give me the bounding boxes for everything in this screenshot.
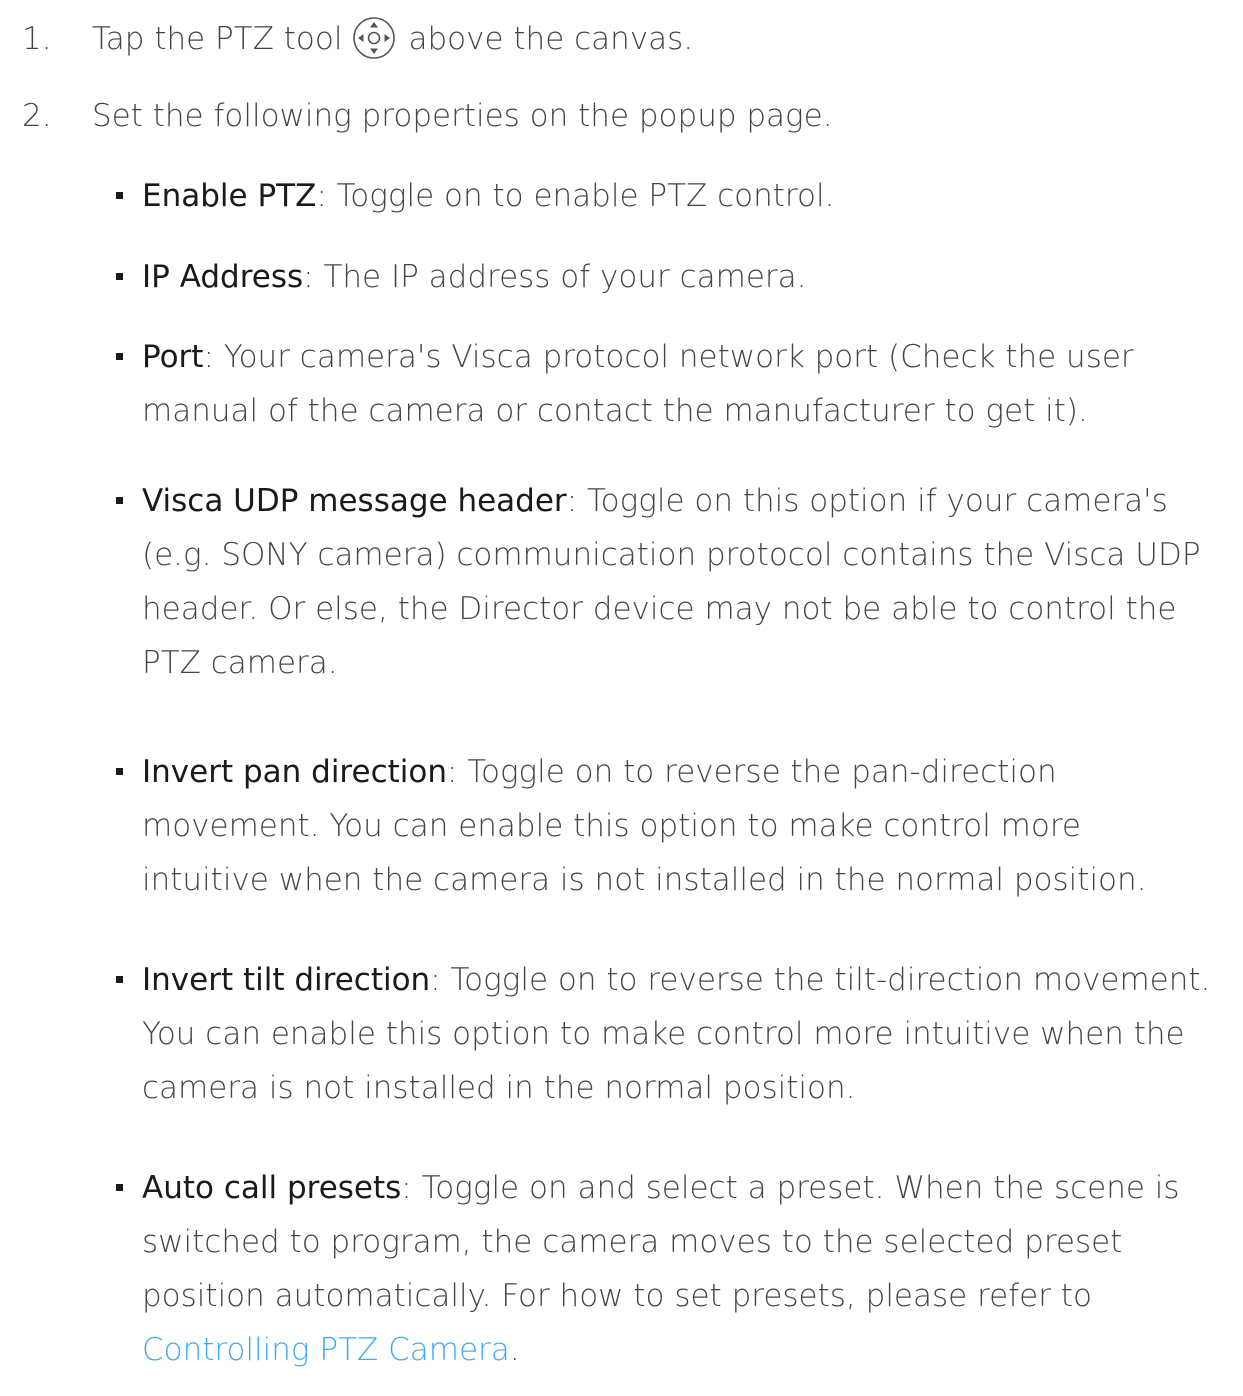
bullet-marker [116, 192, 123, 199]
property-text: Auto call presets: Toggle on and select … [142, 1161, 1222, 1377]
bullet-marker [116, 497, 123, 504]
property-separator: : [203, 339, 214, 375]
property-term: Visca UDP message header [142, 483, 567, 519]
property-separator: : [303, 259, 314, 295]
property-text: Invert pan direction: Toggle on to rever… [142, 745, 1217, 907]
property-description: The IP address of your camera. [313, 259, 807, 295]
property-text: Visca UDP message header: Toggle on this… [142, 474, 1217, 690]
property-separator: : [447, 754, 458, 790]
property-description: Your camera's Visca protocol network por… [142, 339, 1134, 429]
step-number: 1. [22, 21, 52, 57]
bullet-marker [116, 353, 123, 360]
controlling-ptz-camera-link[interactable]: Controlling PTZ Camera [142, 1332, 510, 1368]
ptz-control-icon [352, 16, 396, 60]
bullet-marker [116, 273, 123, 280]
property-term: Invert pan direction [142, 754, 447, 790]
property-separator: : [401, 1170, 412, 1206]
property-trailing: . [509, 1332, 520, 1368]
property-separator: : [566, 483, 578, 519]
property-description: Toggle on to enable PTZ control. [326, 178, 835, 214]
step-text-before-icon: Tap the PTZ tool [92, 21, 343, 57]
property-term: IP Address [142, 259, 304, 295]
bullet-marker [116, 1184, 123, 1191]
property-term: Enable PTZ [142, 178, 317, 214]
property-text: IP Address: The IP address of your camer… [142, 250, 1222, 304]
document-page: 1. Tap the PTZ tool above the canvas. 2.… [0, 0, 1243, 1396]
property-text: Enable PTZ: Toggle on to enable PTZ cont… [142, 169, 1222, 223]
step-2: 2. Set the following properties on the p… [0, 89, 1243, 143]
step-1: 1. Tap the PTZ tool above the canvas. [0, 12, 1243, 66]
bullet-marker [116, 768, 123, 775]
property-term: Port [142, 339, 204, 375]
property-text: Port: Your camera's Visca protocol netwo… [142, 330, 1142, 438]
step-text-after-icon: above the canvas. [408, 21, 694, 57]
property-term: Auto call presets [142, 1170, 402, 1206]
property-separator: : [430, 962, 441, 998]
property-term: Invert tilt direction [142, 962, 431, 998]
bullet-marker [116, 976, 123, 983]
property-separator: : [316, 178, 327, 214]
step-text: Tap the PTZ tool above the canvas. [92, 12, 693, 66]
property-text: Invert tilt direction: Toggle on to reve… [142, 953, 1222, 1115]
step-text: Set the following properties on the popu… [92, 98, 833, 134]
step-number: 2. [22, 98, 52, 134]
